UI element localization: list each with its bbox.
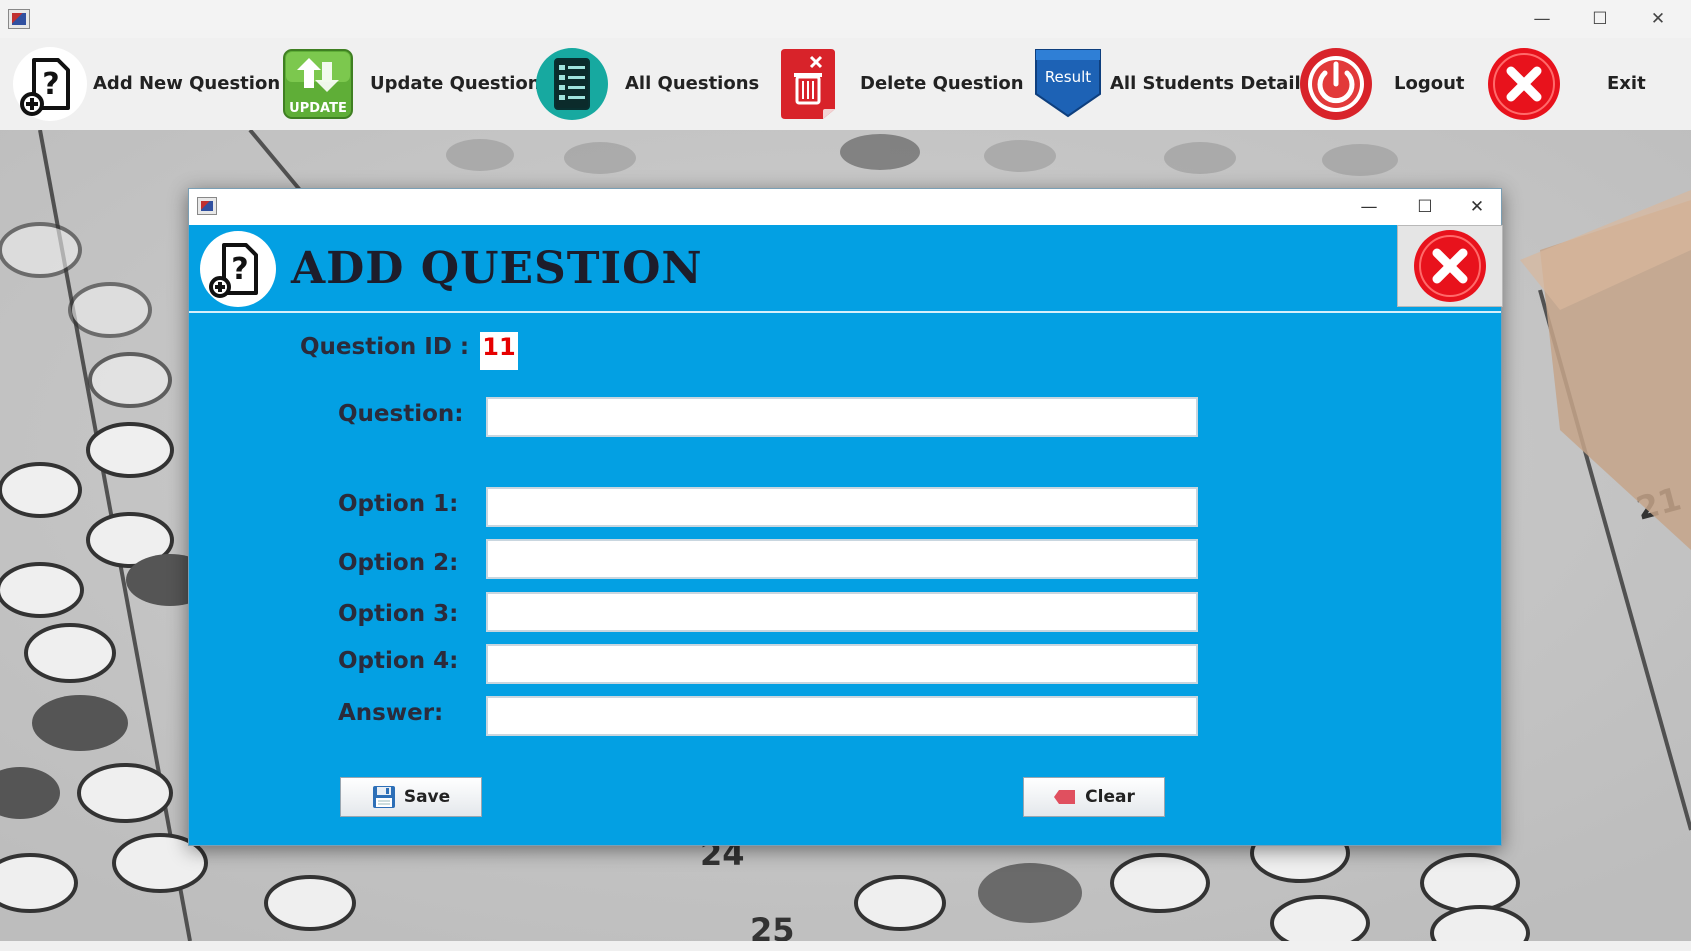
all-questions-button[interactable]: All Questions [535, 38, 759, 130]
option3-label: Option 3: [338, 601, 459, 627]
bottom-border [0, 941, 1691, 951]
delete-question-button[interactable]: Delete Question [775, 38, 1024, 130]
dialog-header-close-button[interactable] [1397, 225, 1503, 307]
result-icon-text: Result [1045, 68, 1091, 86]
result-icon: Result [1035, 49, 1101, 118]
maximize-button[interactable]: ☐ [1572, 2, 1628, 36]
svg-text:?: ? [42, 67, 59, 102]
update-question-button[interactable]: UPDATE Update Question [280, 38, 541, 130]
add-question-icon: ? [200, 231, 276, 307]
update-icon: UPDATE [283, 49, 353, 119]
logout-label: Logout [1394, 73, 1465, 94]
question-input[interactable] [486, 397, 1198, 437]
close-window-button[interactable]: ✕ [1630, 2, 1686, 36]
exit-label: Exit [1607, 73, 1646, 94]
option1-label: Option 1: [338, 491, 459, 517]
dialog-maximize-button[interactable]: ☐ [1397, 189, 1453, 225]
option4-label: Option 4: [338, 648, 459, 674]
dialog-title: ADD QUESTION [291, 243, 703, 294]
main-toolbar: ? Add New Question UPDATE Update Questio… [0, 38, 1691, 130]
dialog-app-icon [197, 197, 217, 215]
power-icon [1300, 48, 1372, 120]
main-titlebar: — ☐ ✕ [0, 0, 1691, 38]
dialog-minimize-button[interactable]: — [1341, 189, 1397, 225]
question-id-value: 11 [480, 332, 518, 370]
dialog-header: ? ADD QUESTION [189, 225, 1503, 313]
answer-input[interactable] [486, 696, 1198, 736]
all-students-details-label: All Students Details [1110, 73, 1312, 94]
dialog-close-button[interactable]: ✕ [1449, 189, 1505, 225]
trash-icon [781, 49, 835, 119]
all-questions-label: All Questions [625, 73, 760, 94]
eraser-icon [1054, 790, 1076, 804]
add-new-question-button[interactable]: ? Add New Question [10, 38, 280, 130]
bg-number-25: 25 [750, 911, 795, 941]
update-icon-text: UPDATE [289, 101, 347, 116]
all-students-details-button[interactable]: Result All Students Details [1030, 38, 1311, 130]
option2-input[interactable] [486, 539, 1198, 579]
option3-input[interactable] [486, 592, 1198, 632]
add-question-dialog: — ☐ ✕ ? ADD QUESTION Question ID : 11 Qu… [188, 188, 1503, 846]
clear-button[interactable]: Clear [1023, 777, 1165, 817]
option2-label: Option 2: [338, 550, 459, 576]
add-question-icon: ? [13, 47, 87, 121]
exit-button[interactable]: Exit [1486, 38, 1666, 130]
answer-label: Answer: [338, 700, 444, 726]
option1-input[interactable] [486, 487, 1198, 527]
close-icon [1414, 230, 1486, 302]
list-icon [536, 48, 608, 120]
minimize-button[interactable]: — [1514, 2, 1570, 36]
add-new-question-label: Add New Question [93, 73, 281, 94]
floppy-disk-icon [372, 786, 395, 808]
logout-button[interactable]: Logout [1296, 38, 1466, 130]
question-id-label: Question ID : [300, 334, 470, 360]
option4-input[interactable] [486, 644, 1198, 684]
dialog-titlebar: — ☐ ✕ [189, 189, 1501, 225]
java-app-icon [8, 9, 30, 29]
save-label: Save [403, 787, 451, 807]
update-question-label: Update Question [370, 73, 541, 94]
save-button[interactable]: Save [340, 777, 482, 817]
svg-text:?: ? [231, 252, 248, 287]
clear-label: Clear [1085, 787, 1135, 807]
delete-question-label: Delete Question [860, 73, 1024, 94]
question-label: Question: [338, 401, 464, 427]
close-icon [1488, 48, 1560, 120]
